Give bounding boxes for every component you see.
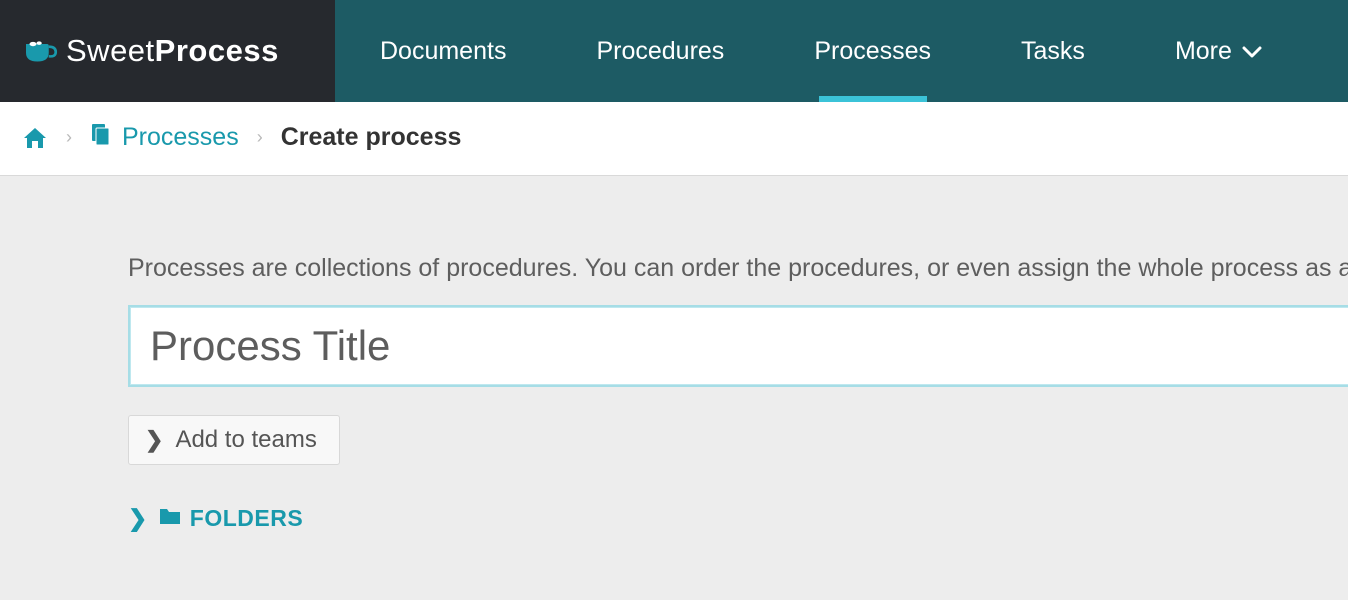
breadcrumb-separator-icon: › [257, 127, 263, 148]
app-header: SweetProcess Documents Procedures Proces… [0, 0, 1348, 102]
nav-label: More [1175, 37, 1232, 66]
chevron-down-icon [1242, 37, 1262, 66]
breadcrumb: › Processes › Create process [0, 102, 1348, 176]
chevron-right-icon: ❯ [145, 427, 163, 453]
chevron-right-icon: ❯ [128, 505, 148, 532]
folders-label: FOLDERS [190, 505, 303, 532]
nav-processes[interactable]: Processes [769, 0, 976, 102]
nav-procedures[interactable]: Procedures [551, 0, 769, 102]
nav-label: Processes [814, 37, 931, 66]
breadcrumb-separator-icon: › [66, 127, 72, 148]
folders-toggle[interactable]: ❯ FOLDERS [128, 505, 1348, 532]
home-icon [22, 126, 48, 150]
nav-label: Documents [380, 37, 506, 66]
intro-text: Processes are collections of procedures.… [128, 254, 1348, 283]
folder-icon [158, 505, 182, 532]
add-to-teams-button[interactable]: ❯ Add to teams [128, 415, 340, 465]
nav-more[interactable]: More [1130, 0, 1307, 102]
nav-documents[interactable]: Documents [335, 0, 551, 102]
breadcrumb-current: Create process [281, 123, 462, 152]
logo-cup-icon [22, 37, 58, 65]
nav-label: Procedures [596, 37, 724, 66]
breadcrumb-label: Processes [122, 123, 239, 152]
main-nav: Documents Procedures Processes Tasks Mor… [335, 0, 1348, 102]
main-content: Processes are collections of procedures.… [0, 176, 1348, 532]
logo-text: SweetProcess [66, 33, 279, 69]
button-label: Add to teams [175, 426, 316, 454]
logo-area[interactable]: SweetProcess [0, 0, 335, 102]
process-title-input[interactable] [128, 305, 1348, 387]
breadcrumb-processes[interactable]: Processes [90, 122, 239, 153]
nav-label: Tasks [1021, 37, 1085, 66]
nav-tasks[interactable]: Tasks [976, 0, 1130, 102]
documents-icon [90, 122, 112, 153]
breadcrumb-home[interactable] [22, 126, 48, 150]
